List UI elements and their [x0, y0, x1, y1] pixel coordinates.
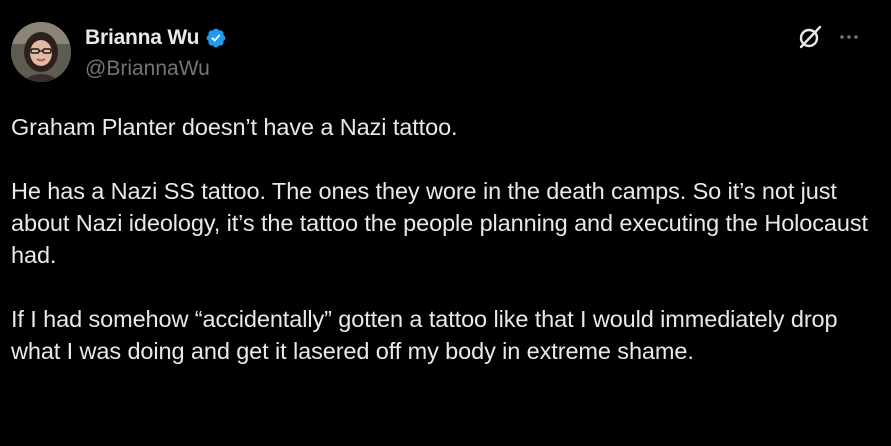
avatar[interactable] — [11, 22, 71, 82]
handle[interactable]: @BriannaWu — [85, 57, 227, 81]
tweet-paragraph-3: If I had somehow “accidentally” gotten a… — [11, 306, 838, 364]
more-horizontal-icon[interactable] — [837, 25, 861, 49]
avatar-image — [11, 22, 71, 82]
tweet-text: Graham Planter doesn’t have a Nazi tatto… — [11, 111, 871, 367]
tweet-paragraph-1: Graham Planter doesn’t have a Nazi tatto… — [11, 114, 458, 140]
tweet: Brianna Wu @BriannaWu Graham Planter doe… — [0, 0, 891, 446]
display-name[interactable]: Brianna Wu — [85, 26, 199, 50]
author-block: Brianna Wu @BriannaWu — [85, 25, 227, 81]
header-actions — [797, 24, 861, 50]
name-row: Brianna Wu — [85, 25, 227, 51]
grok-icon[interactable] — [797, 24, 823, 50]
tweet-paragraph-2: He has a Nazi SS tattoo. The ones they w… — [11, 178, 868, 268]
verified-badge-icon[interactable] — [205, 27, 227, 49]
